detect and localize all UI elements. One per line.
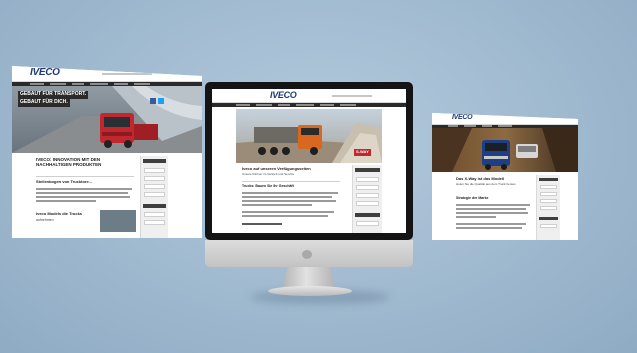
twitter-icon[interactable] xyxy=(158,98,164,104)
nav-item[interactable] xyxy=(464,125,476,127)
hero-slogan-line-1: GEBAUT FÜR TRANSPORT. xyxy=(18,91,89,99)
section-label xyxy=(242,223,282,225)
paragraph-line xyxy=(456,204,530,206)
hero-banner xyxy=(432,128,578,172)
right-sidebar xyxy=(536,175,560,240)
nav-item[interactable] xyxy=(448,125,458,127)
paragraph-line xyxy=(242,192,338,194)
monitor-stand-base xyxy=(268,286,352,296)
apple-logo-icon xyxy=(302,250,312,259)
site-header: IVECO xyxy=(432,113,578,125)
sidebar-field[interactable] xyxy=(540,224,557,228)
nav-item[interactable] xyxy=(134,83,150,85)
paragraph-line xyxy=(456,208,526,210)
sidebar-field[interactable] xyxy=(356,185,379,190)
page-heading: IVECO: INNOVATION MIT DEN NACHHALTIGEN P… xyxy=(36,157,102,167)
page-subheading: Holen Sie die Qualität aus dem Truck her… xyxy=(456,182,516,186)
hero-banner: GEBAUT FÜR TRANSPORT. GEBAUT FÜR DICH. xyxy=(12,86,202,153)
page-subheading: Unsere Partner im Vertrieb und Service xyxy=(242,172,295,176)
section-heading: Stellenbogen von Trucktore... xyxy=(36,179,93,184)
sidebar-field[interactable] xyxy=(540,185,557,189)
sidebar-field[interactable] xyxy=(144,176,165,181)
nav-item[interactable] xyxy=(482,125,492,127)
paragraph-line xyxy=(242,204,312,206)
blue-truck-illustration xyxy=(482,140,510,170)
nav-item[interactable] xyxy=(256,104,272,106)
paragraph-line xyxy=(456,212,528,214)
sidebar-field[interactable] xyxy=(356,193,379,198)
monitor-screen-webpage: IVECO S-WAY Iveco auf unseren Verfügungs… xyxy=(212,89,406,233)
iveco-logo[interactable]: IVECO xyxy=(270,90,297,100)
nav-item[interactable] xyxy=(90,83,108,85)
sidebar-field[interactable] xyxy=(356,221,379,226)
paragraph-line xyxy=(242,215,328,217)
nav-item[interactable] xyxy=(236,104,250,106)
nav-item[interactable] xyxy=(320,104,334,106)
orange-truck-illustration xyxy=(254,125,322,155)
sidebar-field[interactable] xyxy=(356,201,379,206)
sidebar-field[interactable] xyxy=(144,192,165,197)
nav-item[interactable] xyxy=(30,83,44,85)
header-search-field[interactable] xyxy=(102,73,152,75)
sidebar-field[interactable] xyxy=(540,199,557,203)
paragraph-line xyxy=(242,200,336,202)
section-title: Strategie der Marke xyxy=(456,196,489,200)
paragraph-line xyxy=(242,211,334,213)
sidebar-field[interactable] xyxy=(144,168,165,173)
section-title: Trucks: Bauen Sie Ihr Geschäft xyxy=(242,184,294,188)
nav-item[interactable] xyxy=(498,125,512,127)
section-2-title: Iveco Models die Trucks xyxy=(36,211,83,216)
sidebar-header xyxy=(539,178,558,181)
sidebar-header xyxy=(539,217,558,220)
paragraph-line xyxy=(242,196,332,198)
model-badge[interactable]: S-WAY xyxy=(354,149,371,156)
right-sidebar xyxy=(140,156,168,238)
center-webpage: IVECO S-WAY Iveco auf unseren Verfügungs… xyxy=(212,89,406,233)
nav-item[interactable] xyxy=(72,83,84,85)
hero-garage-scene xyxy=(432,128,578,172)
nav-item[interactable] xyxy=(340,104,356,106)
paragraph-line xyxy=(36,192,128,194)
iveco-logo[interactable]: IVECO xyxy=(452,114,473,121)
page-heading: Das X-Way ist das Modell xyxy=(456,176,505,181)
nav-item[interactable] xyxy=(114,83,128,85)
right-sidebar xyxy=(352,165,382,233)
sidebar-field[interactable] xyxy=(144,184,165,189)
paragraph-line xyxy=(456,216,496,218)
sidebar-header xyxy=(143,159,166,163)
paragraph-line xyxy=(36,200,96,202)
divider xyxy=(242,181,340,182)
nav-item[interactable] xyxy=(296,104,314,106)
paragraph-line xyxy=(456,227,522,229)
section-2-subtitle: aufnehmen xyxy=(36,218,54,222)
thumbnail-image[interactable] xyxy=(100,210,136,232)
sidebar-field[interactable] xyxy=(144,212,165,217)
monitor-bezel: IVECO S-WAY Iveco auf unseren Verfügungs… xyxy=(205,82,413,240)
divider xyxy=(36,176,134,177)
nav-item[interactable] xyxy=(50,83,66,85)
sidebar-field[interactable] xyxy=(540,206,557,210)
paragraph-line xyxy=(36,196,130,198)
sidebar-header xyxy=(355,168,380,172)
left-webpage: IVECO GEBAUT FÜR TRANSPORT. GEBAUT FÜR D… xyxy=(12,66,202,238)
facebook-icon[interactable] xyxy=(150,98,156,104)
site-header: IVECO xyxy=(212,89,406,103)
hero-banner: S-WAY xyxy=(236,109,382,163)
sidebar-field[interactable] xyxy=(144,220,165,225)
header-search-field[interactable] xyxy=(332,95,372,97)
nav-item[interactable] xyxy=(278,104,290,106)
right-webpage: IVECO Das X-Way ist das Modell Holen Sie… xyxy=(432,113,578,240)
paragraph-line xyxy=(36,188,132,190)
site-header: IVECO xyxy=(12,66,202,82)
sidebar-header xyxy=(355,213,380,217)
main-navigation xyxy=(212,103,406,107)
paragraph-line xyxy=(456,223,526,225)
hero-slogan-line-2: GEBAUT FÜR DICH. xyxy=(18,99,70,107)
page-heading: Iveco auf unseren Verfügungsseiten xyxy=(242,166,311,171)
sidebar-field[interactable] xyxy=(540,192,557,196)
sidebar-field[interactable] xyxy=(356,177,379,182)
sidebar-header xyxy=(143,204,166,208)
iveco-logo[interactable]: IVECO xyxy=(30,67,60,78)
